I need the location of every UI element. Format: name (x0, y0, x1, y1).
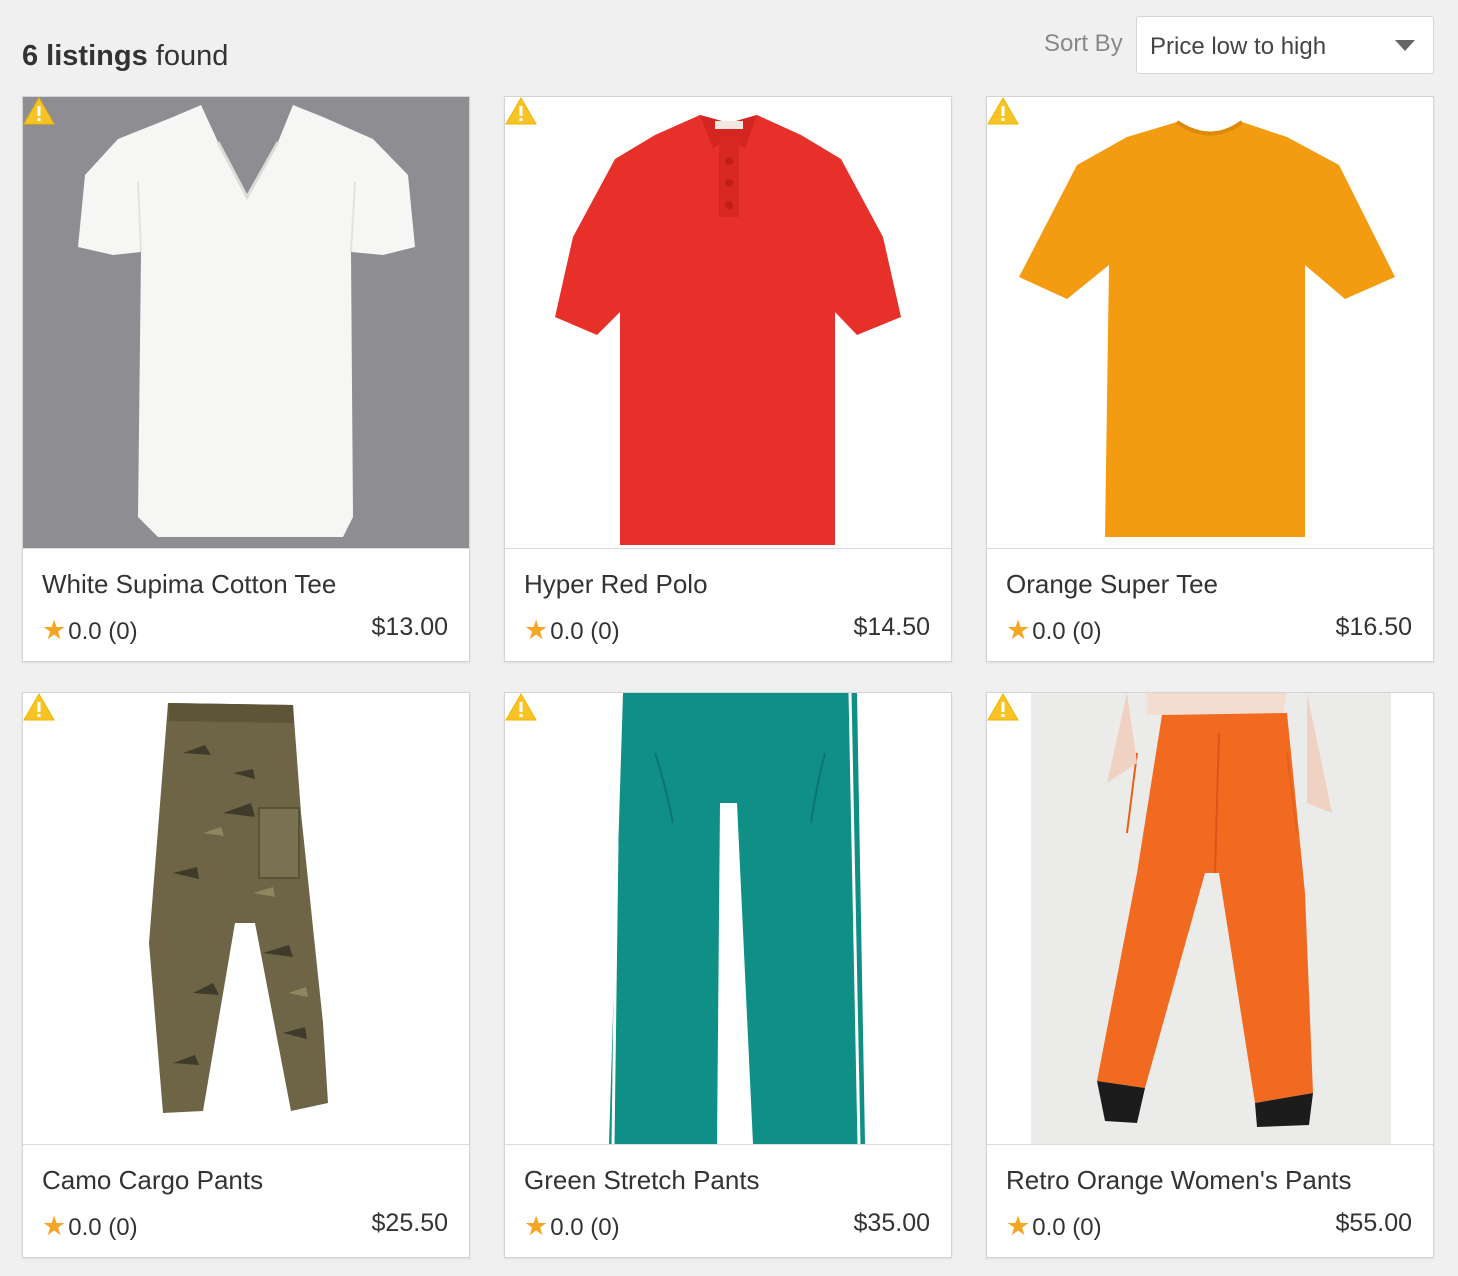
green-track-pants-image (609, 693, 865, 1144)
listing-card[interactable]: Orange Super Tee ★0.0 (0) $16.50 (986, 96, 1434, 662)
warning-icon (23, 97, 55, 125)
listing-rating: ★0.0 (0) (42, 615, 138, 646)
listings-count-suffix: found (155, 40, 229, 72)
warning-icon (23, 693, 55, 721)
listing-image[interactable] (987, 97, 1433, 549)
star-icon: ★ (1006, 615, 1031, 645)
listing-card[interactable]: White Supima Cotton Tee ★0.0 (0) $13.00 (22, 96, 470, 662)
listing-rating-value: 0.0 (0) (1032, 618, 1102, 645)
warning-icon (987, 693, 1019, 721)
warning-icon (505, 97, 537, 125)
listing-card[interactable]: Camo Cargo Pants ★0.0 (0) $25.50 (22, 692, 470, 1258)
sort-select[interactable]: Price low to high (1136, 16, 1434, 74)
listing-price: $35.00 (853, 1209, 930, 1237)
listing-price: $14.50 (853, 613, 930, 641)
listings-count-number: 6 listings (22, 40, 148, 72)
listing-price: $25.50 (371, 1209, 448, 1237)
orange-wide-leg-pants-image (1031, 693, 1391, 1144)
listing-image[interactable] (23, 97, 469, 549)
sort-select-value: Price low to high (1150, 33, 1327, 60)
listing-rating: ★0.0 (0) (1006, 615, 1102, 646)
listing-rating: ★0.0 (0) (42, 1211, 138, 1242)
star-icon: ★ (42, 1211, 67, 1241)
red-polo-shirt-image (555, 115, 901, 545)
listing-rating-value: 0.0 (0) (68, 1214, 138, 1241)
listing-rating: ★0.0 (0) (524, 615, 620, 646)
listing-rating-value: 0.0 (0) (1032, 1214, 1102, 1241)
listing-image[interactable] (505, 693, 951, 1145)
warning-icon (505, 693, 537, 721)
orange-tee-image (1019, 120, 1395, 537)
sort-by-label: Sort By (1044, 30, 1123, 57)
white-v-neck-tee-image (78, 105, 415, 537)
listing-rating-value: 0.0 (0) (68, 618, 138, 645)
listings-count: 6 listings found (22, 40, 228, 73)
star-icon: ★ (524, 615, 549, 645)
listing-price: $55.00 (1335, 1209, 1412, 1237)
listing-title[interactable]: White Supima Cotton Tee (42, 569, 336, 600)
listing-image[interactable] (23, 693, 469, 1145)
star-icon: ★ (524, 1211, 549, 1241)
listing-card[interactable]: Green Stretch Pants ★0.0 (0) $35.00 (504, 692, 952, 1258)
listing-title[interactable]: Green Stretch Pants (524, 1165, 760, 1196)
listing-rating: ★0.0 (0) (524, 1211, 620, 1242)
listing-price: $16.50 (1335, 613, 1412, 641)
listing-title[interactable]: Camo Cargo Pants (42, 1165, 263, 1196)
chevron-down-icon (1395, 40, 1415, 51)
listing-card[interactable]: Retro Orange Women's Pants ★0.0 (0) $55.… (986, 692, 1434, 1258)
listing-rating-value: 0.0 (0) (550, 618, 620, 645)
camo-cargo-pants-image (149, 703, 328, 1113)
listing-title[interactable]: Retro Orange Women's Pants (1006, 1165, 1352, 1196)
listing-rating-value: 0.0 (0) (550, 1214, 620, 1241)
listing-image[interactable] (505, 97, 951, 549)
listing-title[interactable]: Orange Super Tee (1006, 569, 1218, 600)
listing-title[interactable]: Hyper Red Polo (524, 569, 708, 600)
listing-rating: ★0.0 (0) (1006, 1211, 1102, 1242)
listing-card[interactable]: Hyper Red Polo ★0.0 (0) $14.50 (504, 96, 952, 662)
star-icon: ★ (42, 615, 67, 645)
star-icon: ★ (1006, 1211, 1031, 1241)
listing-price: $13.00 (371, 613, 448, 641)
listing-image[interactable] (987, 693, 1433, 1145)
warning-icon (987, 97, 1019, 125)
